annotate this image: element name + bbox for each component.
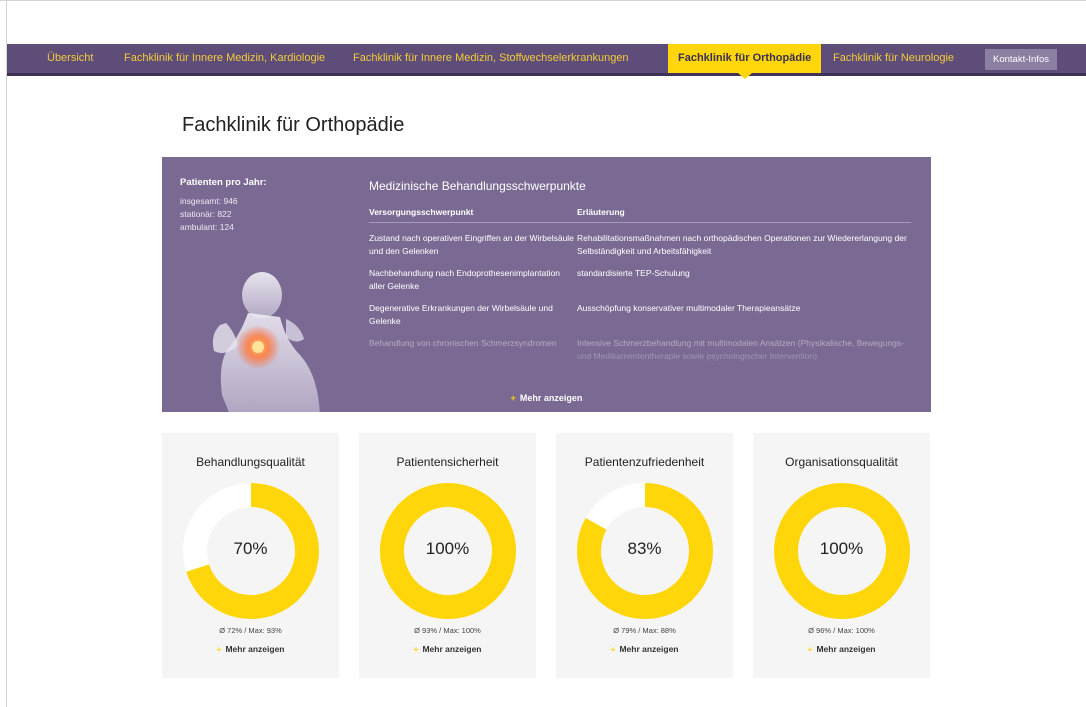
card-show-more-link[interactable]: + Mehr anzeigen — [162, 644, 339, 654]
donut-value: 83% — [627, 539, 662, 558]
table-cell-explanation: Rehabilitationsmaßnahmen nach orthopädis… — [577, 233, 907, 256]
table-cell-explanation: standardisierte TEP-Schulung — [577, 268, 690, 278]
table-cell-explanation: Ausschöpfung konservativer multimodaler … — [577, 303, 801, 313]
card-show-more-link[interactable]: + Mehr anzeigen — [359, 644, 536, 654]
contact-info-button[interactable]: Kontakt-Infos — [985, 49, 1057, 70]
plus-icon: + — [510, 393, 516, 403]
card-show-more-link[interactable]: + Mehr anzeigen — [556, 644, 733, 654]
card-show-more-label: Mehr anzeigen — [422, 644, 482, 654]
treatment-heading: Medizinische Behandlungsschwerpunkte — [369, 179, 586, 193]
table-row: Behandlung von chronischen Schmerzsyndro… — [369, 337, 911, 363]
patient-stats-inpatient: stationär: 822 — [180, 209, 232, 219]
card-show-more-label: Mehr anzeigen — [619, 644, 679, 654]
table-cell-explanation: Intensive Schmerzbehandlung mit multimod… — [577, 338, 904, 361]
nav-item-orthopaedie[interactable]: Fachklinik für Orthopädie — [668, 44, 822, 79]
card-show-more-label: Mehr anzeigen — [225, 644, 285, 654]
plus-icon: + — [413, 644, 419, 654]
column-header-explanation: Erläuterung — [577, 207, 625, 217]
quality-card-treatment: Behandlungsqualität 70% Ø 72% / Max: 93%… — [162, 433, 339, 678]
patient-stats: Patienten pro Jahr: insgesamt: 946 stati… — [180, 177, 267, 235]
card-stats: Ø 72% / Max: 93% — [219, 626, 282, 635]
plus-icon: + — [216, 644, 222, 654]
patient-stats-title: Patienten pro Jahr: — [180, 177, 267, 188]
card-stats: Ø 93% / Max: 100% — [414, 626, 481, 635]
card-stats: Ø 79% / Max: 88% — [613, 626, 676, 635]
nav-item-neurologie[interactable]: Fachklinik für Neurologie — [833, 44, 954, 73]
panel-show-more-link[interactable]: + Mehr anzeigen — [162, 393, 931, 403]
table-cell-focus: Zustand nach operativen Eingriffen an de… — [369, 233, 574, 256]
donut-value: 100% — [819, 539, 864, 558]
card-title: Patientenzufriedenheit — [584, 455, 705, 469]
plus-icon: + — [807, 644, 813, 654]
quality-card-organisation: Organisationsqualität 100% Ø 96% / Max: … — [753, 433, 930, 678]
page-title: Fachklinik für Orthopädie — [182, 114, 405, 136]
quality-card-safety: Patientensicherheit 100% Ø 93% / Max: 10… — [359, 433, 536, 678]
neck-pain-figure — [212, 272, 320, 412]
treatment-focus-panel: Patienten pro Jahr: insgesamt: 946 stati… — [162, 157, 931, 412]
nav-item-uebersicht[interactable]: Übersicht — [47, 44, 93, 73]
table-row: Degenerative Erkrankungen der Wirbelsäul… — [369, 302, 911, 328]
card-title: Behandlungsqualität — [196, 455, 305, 469]
patient-stats-total: insgesamt: 946 — [180, 196, 238, 206]
card-title: Patientensicherheit — [396, 455, 499, 469]
donut-value: 70% — [233, 539, 268, 558]
table-cell-focus: Degenerative Erkrankungen der Wirbelsäul… — [369, 303, 553, 326]
table-row: Nachbehandlung nach Endoprothesenimplant… — [369, 267, 911, 293]
window-border-left — [6, 0, 7, 707]
table-cell-focus: Nachbehandlung nach Endoprothesenimplant… — [369, 268, 560, 291]
panel-show-more-label: Mehr anzeigen — [519, 393, 583, 403]
table-cell-focus: Behandlung von chronischen Schmerzsyndro… — [369, 338, 557, 348]
main-navigation: Übersicht Fachklinik für Innere Medizin,… — [7, 44, 1086, 79]
column-header-focus: Versorgungsschwerpunkt — [369, 207, 474, 217]
donut-value: 100% — [425, 539, 470, 558]
window-border-top — [0, 0, 1086, 1]
patient-stats-outpatient: ambulant: 124 — [180, 222, 234, 232]
card-show-more-link[interactable]: + Mehr anzeigen — [753, 644, 930, 654]
plus-icon: + — [610, 644, 616, 654]
treatment-table: Versorgungsschwerpunkt Erläuterung Zusta… — [369, 207, 911, 363]
card-stats: Ø 96% / Max: 100% — [808, 626, 875, 635]
table-row: Zustand nach operativen Eingriffen an de… — [369, 232, 911, 258]
nav-item-stoffwechsel[interactable]: Fachklinik für Innere Medizin, Stoffwech… — [353, 44, 629, 73]
table-header-row: Versorgungsschwerpunkt Erläuterung — [369, 207, 911, 223]
card-title: Organisationsqualität — [785, 455, 898, 469]
card-show-more-label: Mehr anzeigen — [816, 644, 876, 654]
nav-item-kardiologie[interactable]: Fachklinik für Innere Medizin, Kardiolog… — [124, 44, 325, 73]
quality-card-satisfaction: Patientenzufriedenheit 83% Ø 79% / Max: … — [556, 433, 733, 678]
